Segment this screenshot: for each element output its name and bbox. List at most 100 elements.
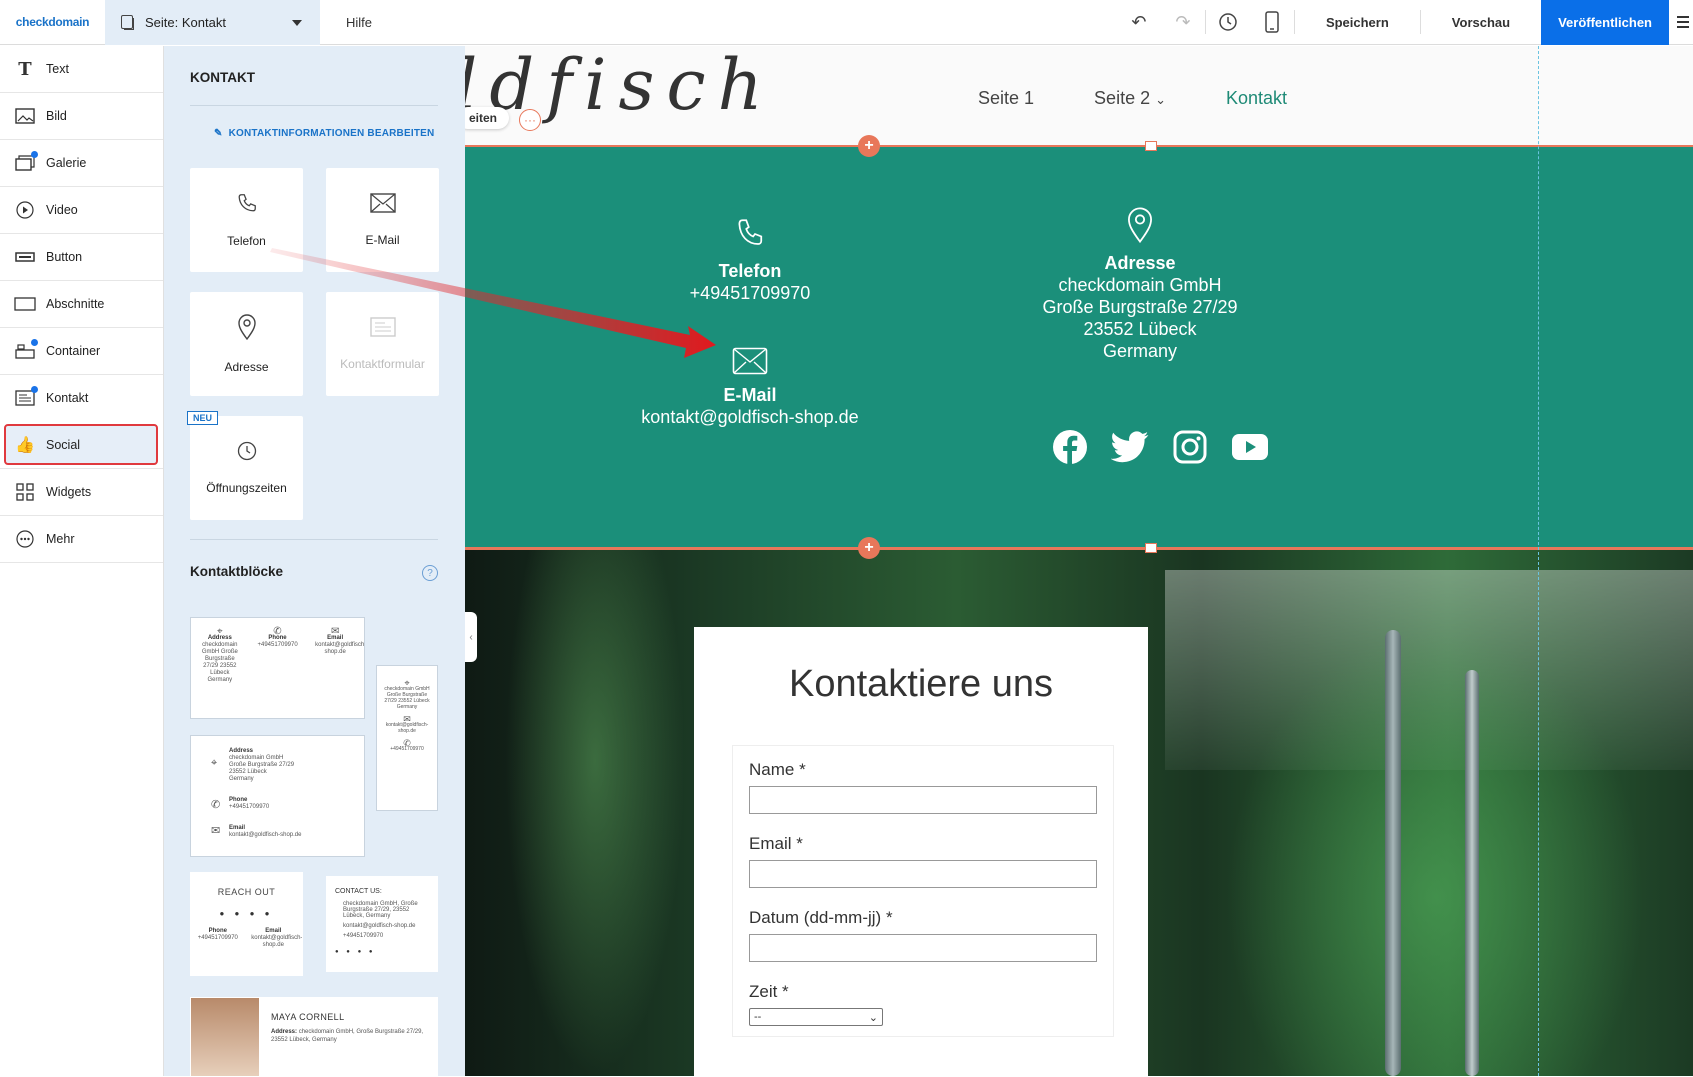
text-icon: T	[18, 58, 32, 80]
block-phone-heading: Phone	[208, 928, 227, 934]
tile-email[interactable]: E-Mail	[326, 168, 439, 272]
contact-address-line: checkdomain GmbH	[1058, 275, 1222, 295]
redo-icon[interactable]: ↷	[1161, 0, 1205, 45]
container-icon	[14, 339, 38, 360]
edit-contact-info-link[interactable]: ✎ KONTAKTINFORMATIONEN BEARBEITEN	[214, 128, 434, 139]
add-section-icon[interactable]: +	[858, 135, 880, 157]
sidebar-item-contact[interactable]: Kontakt	[0, 375, 163, 422]
instagram-icon[interactable]	[1171, 428, 1209, 466]
gallery-icon	[14, 151, 38, 172]
contact-block-list[interactable]: Address checkdomain GmbH Große Burgstraß…	[190, 735, 365, 857]
nav-item-kontakt[interactable]: Kontakt	[1226, 88, 1287, 109]
twitter-icon[interactable]	[1111, 428, 1149, 466]
contact-panel: KONTAKT ✎ KONTAKTINFORMATIONEN BEARBEITE…	[164, 46, 465, 1077]
mobile-view-icon[interactable]	[1250, 0, 1294, 45]
tile-address[interactable]: Adresse	[190, 292, 303, 396]
pages-icon	[121, 15, 134, 30]
contact-email[interactable]: E-Mail kontakt@goldfisch-shop.de	[605, 347, 895, 428]
hamburger-menu-icon[interactable]	[1669, 0, 1693, 45]
sidebar-item-video[interactable]: Video	[0, 187, 163, 234]
contact-block-narrow[interactable]: ⌖ checkdomain GmbH Große Burgstraße 27/2…	[376, 665, 438, 811]
divider	[190, 105, 438, 106]
contact-block-contact-us[interactable]: CONTACT US: checkdomain GmbH, Große Burg…	[326, 876, 438, 972]
preview-button[interactable]: Vorschau	[1421, 0, 1541, 45]
section-handle-icon[interactable]	[1145, 543, 1157, 553]
nav-item-seite-2[interactable]: Seite 2 ⌄	[1094, 88, 1166, 109]
edit-link-label: KONTAKTINFORMATIONEN BEARBEITEN	[228, 128, 435, 139]
tile-phone[interactable]: Telefon	[190, 168, 303, 272]
contact-form: Name * Email * Datum (dd-mm-jj) * Zeit *…	[732, 745, 1114, 1037]
contact-info-section: Telefon +49451709970 E-Mail kontakt@gold…	[465, 147, 1693, 547]
block-email: ✉ Email kontakt@goldfisch-shop.de	[315, 627, 364, 684]
mail-icon: ✉	[211, 825, 221, 837]
contact-block-reach-out[interactable]: REACH OUT ● ● ● ● Phone +49451709970 Emai…	[190, 872, 303, 976]
sidebar-item-label: Mehr	[46, 532, 75, 546]
sidebar-item-gallery[interactable]: Galerie	[0, 140, 163, 187]
block-email-text: kontakt@goldfisch-shop.de	[229, 832, 302, 838]
block-title: CONTACT US:	[335, 888, 382, 895]
contact-block-three-column[interactable]: ⌖ Address checkdomain GmbH Große Burgstraß…	[190, 617, 365, 719]
tile-label: Öffnungszeiten	[206, 481, 287, 495]
block-phone: ✆ Phone +49451709970	[257, 627, 297, 684]
block-address-line: 23552 Lübeck	[229, 769, 267, 775]
name-input[interactable]	[749, 786, 1097, 814]
checkdomain-logo[interactable]: checkdomain	[0, 0, 105, 45]
block-name: MAYA CORNELL	[271, 1012, 345, 1022]
sidebar-item-sections[interactable]: Abschnitte	[0, 281, 163, 328]
sidebar-item-container[interactable]: Container	[0, 328, 163, 375]
undo-icon[interactable]: ↶	[1117, 0, 1161, 45]
sidebar-item-widgets[interactable]: Widgets	[0, 469, 163, 516]
sidebar-item-text[interactable]: T Text	[0, 46, 163, 93]
contact-address-line: Germany	[1102, 341, 1178, 361]
sidebar-item-social[interactable]: 👍 Social	[0, 422, 163, 469]
nav-item-seite-1[interactable]: Seite 1	[978, 88, 1034, 109]
block-address-text: checkdomain GmbH Große Burgstraße 27/29 …	[384, 686, 430, 710]
contact-phone[interactable]: Telefon +49451709970	[640, 217, 860, 304]
sidebar-item-label: Widgets	[46, 485, 92, 499]
block-title: REACH OUT	[217, 887, 276, 897]
email-input[interactable]	[749, 860, 1097, 888]
youtube-icon[interactable]	[1231, 428, 1269, 466]
block-email-text: kontakt@goldfisch-shop.de	[385, 722, 429, 734]
contact-block-profile[interactable]: MAYA CORNELL Address: checkdomain GmbH, …	[190, 997, 438, 1077]
tile-contact-form[interactable]: Kontaktformular	[326, 292, 439, 396]
form-title: Kontaktiere uns	[788, 663, 1054, 705]
sidebar-item-image[interactable]: Bild	[0, 93, 163, 140]
add-section-icon[interactable]: +	[858, 537, 880, 559]
sidebar-item-button[interactable]: Button	[0, 234, 163, 281]
sidebar-item-more[interactable]: Mehr	[0, 516, 163, 563]
pages-pill[interactable]: eiten	[465, 107, 510, 129]
site-logo-text[interactable]: ldfisch	[465, 46, 775, 126]
section-handle-icon[interactable]	[1145, 141, 1157, 151]
block-email-text: kontakt@goldfisch-shop.de	[315, 642, 365, 655]
block-phone-text: +49451709970	[229, 804, 270, 810]
block-phone-heading: Phone	[268, 635, 287, 641]
contact-address-line: Große Burgstraße 27/29	[1042, 297, 1238, 317]
help-icon[interactable]: ?	[422, 565, 438, 581]
history-icon[interactable]	[1206, 0, 1250, 45]
facebook-icon[interactable]	[1051, 428, 1089, 466]
button-icon	[14, 248, 36, 266]
more-options-icon[interactable]: ···	[519, 109, 541, 131]
page-selector[interactable]: Seite: Kontakt	[105, 0, 320, 45]
block-phone-text: +49451709970	[343, 933, 384, 939]
collapse-panel-handle[interactable]: ‹	[465, 612, 477, 662]
sidebar-item-label: Social	[46, 438, 81, 452]
block-address-heading: Address	[229, 748, 254, 754]
sidebar-item-label: Button	[46, 250, 83, 264]
social-icons: ● ● ● ●	[335, 949, 376, 955]
contact-address[interactable]: Adresse checkdomain GmbH Große Burgstraß…	[1020, 207, 1260, 362]
tile-opening-hours[interactable]: Öffnungszeiten	[190, 416, 303, 520]
chevron-down-icon: ⌄	[1155, 92, 1167, 107]
new-badge: NEU	[187, 411, 219, 425]
social-links	[1051, 428, 1269, 466]
top-bar: checkdomain Seite: Kontakt Hilfe ↶ ↷ Spe…	[0, 0, 1693, 45]
save-button[interactable]: Speichern	[1295, 0, 1420, 45]
block-address: ⌖ Address checkdomain GmbH Große Burgstraß…	[200, 627, 240, 684]
date-input[interactable]	[749, 934, 1097, 962]
publish-button[interactable]: Veröffentlichen	[1541, 0, 1669, 45]
block-address-line: checkdomain GmbH	[229, 755, 284, 761]
block-address-line: Große Burgstraße 27/29	[229, 762, 295, 768]
help-menu[interactable]: Hilfe	[346, 15, 372, 30]
time-select[interactable]: -- ⌄	[749, 1008, 883, 1026]
